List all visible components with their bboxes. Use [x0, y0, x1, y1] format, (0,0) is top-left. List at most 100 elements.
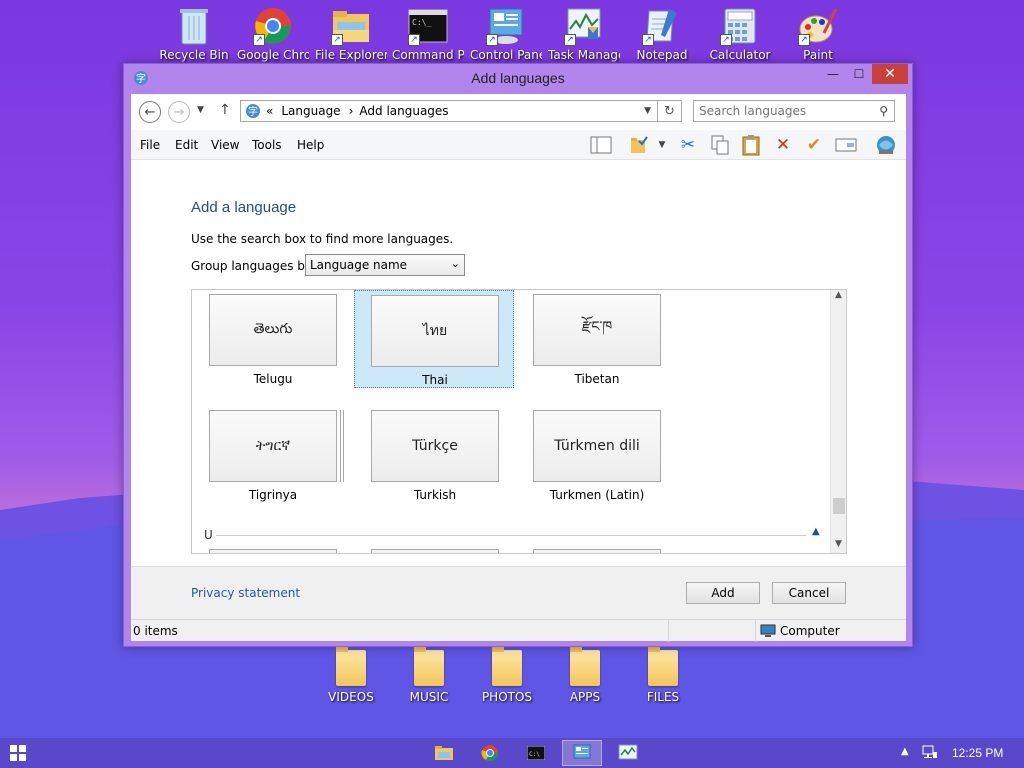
folder-files[interactable]: FILES	[627, 646, 699, 704]
privacy-statement-link[interactable]: Privacy statement	[191, 586, 300, 600]
window-body: ← → ▼ ↑ 字 « Language › Add languages ▼ ↻…	[131, 94, 906, 642]
recent-locations-dropdown[interactable]: ▼	[197, 105, 204, 115]
back-button[interactable]: ←	[139, 101, 161, 123]
title-bar[interactable]: 字 Add languages — ☐ ✕	[124, 64, 912, 92]
language-tile-partial[interactable]	[209, 549, 337, 553]
language-name: Tigrinya	[248, 488, 298, 502]
status-separator	[755, 620, 756, 642]
show-hidden-icons-button[interactable]: ▲	[901, 746, 909, 757]
desktop-icon-label: Notepad	[636, 48, 688, 62]
computer-icon	[760, 624, 776, 637]
language-tile-tigrinya[interactable]: ትግርኛ Tigrinya	[193, 406, 353, 504]
add-button[interactable]: Add	[686, 582, 760, 604]
properties-button[interactable]: ✔	[802, 134, 826, 156]
layout-pane-button[interactable]	[589, 134, 613, 156]
calculator-icon-item[interactable]: ↗ Calculator	[704, 6, 776, 62]
taskbar-control-panel[interactable]	[562, 740, 602, 766]
shortcut-arrow-icon: ↗	[253, 34, 265, 46]
folder-photos[interactable]: PHOTOS	[471, 646, 543, 704]
search-box[interactable]: ⚲	[693, 100, 895, 122]
refresh-button[interactable]: ↻	[658, 100, 682, 122]
breadcrumb-add-languages[interactable]: Add languages	[359, 104, 448, 118]
search-hint-text: Use the search box to find more language…	[191, 232, 454, 246]
language-tile-tibetan[interactable]: རྫོང་ཁ Tibetan	[517, 290, 677, 388]
group-by-select[interactable]: Language name ⌄	[305, 254, 465, 276]
clipboard-icon	[742, 135, 760, 156]
rename-button[interactable]	[834, 134, 858, 156]
copy-button[interactable]	[708, 134, 732, 156]
cut-button[interactable]: ✂	[676, 134, 700, 156]
chrome-icon-item[interactable]: ↗ Google Chrome	[237, 6, 309, 62]
menu-help[interactable]: Help	[297, 138, 324, 152]
search-input[interactable]	[694, 101, 864, 121]
svg-text:C:\_: C:\_	[412, 18, 431, 27]
maximize-button[interactable]: ☐	[846, 64, 872, 84]
shortcut-arrow-icon: ↗	[564, 34, 576, 46]
collapse-section-button[interactable]: ▲	[812, 526, 820, 537]
vertical-scrollbar[interactable]: ▲ ▼	[830, 290, 846, 553]
breadcrumb-separator[interactable]: ›	[349, 104, 354, 118]
desktop-icon-label: Task Manager	[548, 48, 620, 62]
folder-videos[interactable]: VIDEOS	[315, 646, 387, 704]
status-bar: 0 items Computer	[131, 619, 906, 642]
task-manager-icon-item[interactable]: ↗ Task Manager	[548, 6, 620, 62]
file-explorer-icon-item[interactable]: ↗ File Explorer	[315, 6, 387, 62]
notepad-icon-item[interactable]: ↗ Notepad	[626, 6, 698, 62]
scroll-up-icon[interactable]: ▲	[831, 290, 846, 304]
language-tile-turkish[interactable]: Türkçe Turkish	[355, 406, 515, 504]
language-name: Turkish	[413, 488, 457, 502]
command-prompt-icon-item[interactable]: C:\_ ↗ Command Prompt	[392, 6, 464, 62]
language-tile-thai[interactable]: ไทย Thai	[354, 290, 514, 388]
forward-button[interactable]: →	[168, 101, 190, 123]
refresh-icon: ↻	[664, 103, 675, 119]
file-explorer-icon	[435, 746, 453, 760]
minimize-button[interactable]: —	[820, 64, 846, 84]
breadcrumb-overflow[interactable]: «	[266, 104, 273, 118]
taskbar-command-prompt[interactable]: C:\	[516, 740, 556, 766]
folder-apps[interactable]: APPS	[549, 646, 621, 704]
taskbar-file-explorer[interactable]	[424, 740, 464, 766]
recycle-bin-icon-item[interactable]: Recycle Bin	[158, 6, 230, 62]
menu-view[interactable]: View	[211, 138, 239, 152]
chevron-down-icon: ⌄	[450, 257, 460, 270]
paste-button[interactable]	[739, 134, 763, 156]
delete-button[interactable]: ✕	[771, 134, 795, 156]
scroll-down-icon[interactable]: ▼	[831, 539, 846, 553]
paint-icon-item[interactable]: ↗ Paint	[782, 6, 854, 62]
folder-options-button[interactable]	[627, 134, 651, 156]
language-name: Tibetan	[574, 372, 620, 386]
language-tile-partial[interactable]	[533, 549, 661, 553]
language-list: తెలుగు Telugu ไทย Thai རྫོང་ཁ Tibetan ትግ…	[191, 289, 847, 554]
scrollbar-thumb[interactable]	[833, 498, 845, 514]
up-button[interactable]: ↑	[219, 102, 231, 118]
chevron-up-icon: ▲	[901, 746, 909, 757]
folder-options-dropdown[interactable]: ▼	[650, 134, 674, 156]
desktop-icon-label: Google Chrome	[237, 48, 309, 62]
sharing-button[interactable]	[874, 134, 898, 156]
taskbar-clock[interactable]: 12:25 PM	[952, 746, 1003, 760]
desktop-icon-label: Control Panel	[470, 48, 542, 62]
control-panel-icon-item[interactable]: ↗ Control Panel	[470, 6, 542, 62]
network-globe-icon	[877, 136, 895, 154]
language-sample: తెలుగు	[209, 294, 337, 366]
menu-edit[interactable]: Edit	[175, 138, 198, 152]
section-header-u: U	[204, 528, 213, 542]
language-tile-turkmen[interactable]: Türkmen dili Turkmen (Latin)	[517, 406, 677, 504]
menu-tools[interactable]: Tools	[252, 138, 282, 152]
windows-start-icon[interactable]	[10, 745, 26, 761]
folder-music[interactable]: MUSIC	[393, 646, 465, 704]
address-bar[interactable]: 字 « Language › Add languages ▼	[240, 100, 658, 122]
network-tray-icon[interactable]	[922, 744, 938, 764]
cancel-button[interactable]: Cancel	[772, 582, 846, 604]
taskbar-chrome[interactable]	[470, 740, 510, 766]
address-dropdown-icon[interactable]: ▼	[644, 106, 651, 116]
language-tile-telugu[interactable]: తెలుగు Telugu	[193, 290, 353, 388]
menu-file[interactable]: File	[140, 138, 160, 152]
copy-icon	[711, 135, 729, 155]
back-arrow-icon: ←	[144, 104, 156, 120]
taskbar-task-manager[interactable]	[608, 740, 648, 766]
breadcrumb-language[interactable]: Language	[281, 104, 340, 118]
search-icon[interactable]: ⚲	[879, 104, 888, 118]
close-button[interactable]: ✕	[872, 64, 908, 84]
language-tile-partial[interactable]	[371, 549, 499, 553]
